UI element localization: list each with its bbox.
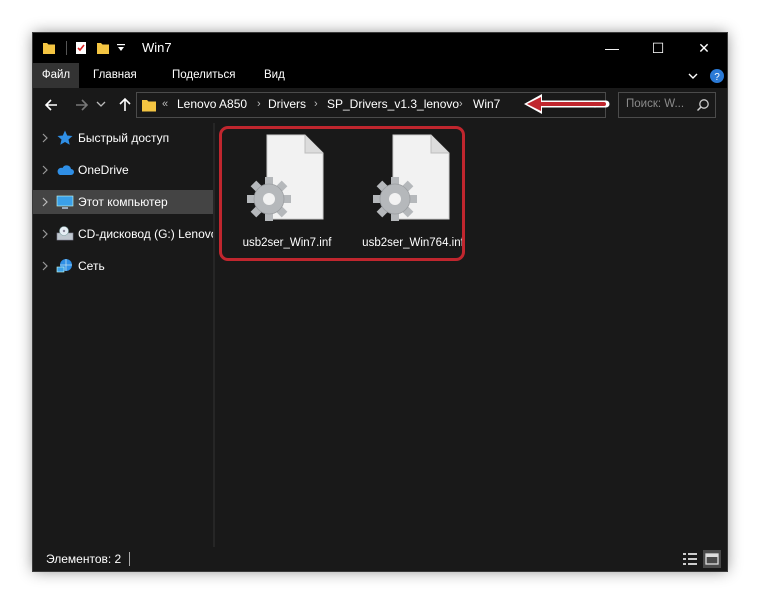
red-arrow-annotation bbox=[524, 94, 610, 114]
sidebar-item-quick-access[interactable]: Быстрый доступ bbox=[33, 126, 213, 150]
tab-home[interactable]: Главная bbox=[85, 63, 145, 88]
computer-icon bbox=[56, 195, 74, 209]
breadcrumb-item[interactable]: Drivers bbox=[268, 93, 306, 117]
properties-icon[interactable] bbox=[74, 41, 88, 55]
search-box[interactable]: Поиск: W... bbox=[618, 92, 716, 118]
sidebar-item-this-pc[interactable]: Этот компьютер bbox=[33, 190, 213, 214]
sidebar-item-label: Этот компьютер bbox=[78, 195, 168, 209]
sidebar-item-network[interactable]: Сеть bbox=[33, 254, 213, 278]
sidebar-item-cd-drive[interactable]: CD-дисковод (G:) Lenovo bbox=[33, 222, 213, 246]
highlight-frame bbox=[219, 126, 465, 261]
cloud-icon bbox=[57, 165, 74, 175]
navigation-pane: Быстрый доступ OneDrive Этот компьютер C… bbox=[33, 123, 213, 547]
chevron-right-icon[interactable] bbox=[39, 131, 51, 145]
folder-icon bbox=[142, 100, 156, 112]
sidebar-item-label: CD-дисковод (G:) Lenovo bbox=[78, 227, 213, 241]
sidebar-item-label: OneDrive bbox=[78, 163, 129, 177]
breadcrumb-item[interactable]: Lenovo A850 bbox=[177, 93, 247, 117]
title-bar: Win7 — ☐ ✕ bbox=[33, 33, 727, 63]
help-icon[interactable]: ? bbox=[709, 68, 725, 84]
search-icon[interactable] bbox=[696, 98, 710, 112]
forward-arrow-icon[interactable] bbox=[71, 95, 91, 115]
breadcrumb-item[interactable]: Win7 bbox=[473, 93, 500, 117]
large-icons-view-icon[interactable] bbox=[703, 550, 721, 568]
search-placeholder: Поиск: W... bbox=[626, 98, 685, 110]
sidebar-item-label: Сеть bbox=[78, 259, 105, 273]
up-arrow-icon[interactable] bbox=[115, 95, 135, 115]
explorer-window: Win7 — ☐ ✕ Файл Главная Поделиться Вид ? bbox=[33, 33, 727, 571]
tab-share[interactable]: Поделиться bbox=[164, 63, 244, 88]
network-icon bbox=[56, 259, 72, 273]
customize-toolbar-icon[interactable] bbox=[116, 43, 126, 53]
tab-file[interactable]: Файл bbox=[33, 63, 79, 88]
ribbon-tabs: Файл Главная Поделиться Вид ? bbox=[33, 63, 727, 88]
breadcrumb-separator[interactable]: › bbox=[314, 93, 318, 117]
quick-access-divider bbox=[66, 41, 67, 55]
breadcrumb-separator[interactable]: › bbox=[459, 93, 463, 117]
chevron-right-icon[interactable] bbox=[39, 195, 51, 209]
chevron-down-icon[interactable] bbox=[687, 70, 699, 82]
back-arrow-icon[interactable] bbox=[42, 95, 62, 115]
close-button[interactable]: ✕ bbox=[681, 33, 727, 63]
new-folder-icon[interactable] bbox=[96, 41, 110, 55]
status-divider bbox=[129, 552, 130, 566]
tab-view[interactable]: Вид bbox=[256, 63, 293, 88]
window-title: Win7 bbox=[142, 40, 172, 55]
cd-drive-icon bbox=[56, 226, 74, 241]
chevron-right-icon[interactable] bbox=[39, 227, 51, 241]
navigation-bar: « Lenovo A850 › Drivers › SP_Drivers_v1.… bbox=[33, 88, 727, 123]
minimize-button[interactable]: — bbox=[589, 33, 635, 63]
recent-locations-chevron-icon[interactable] bbox=[95, 98, 115, 118]
details-view-icon[interactable] bbox=[681, 550, 699, 568]
star-icon bbox=[57, 130, 73, 145]
sidebar-item-onedrive[interactable]: OneDrive bbox=[33, 158, 213, 182]
sidebar-item-label: Быстрый доступ bbox=[78, 131, 170, 145]
item-count: Элементов: 2 bbox=[46, 552, 122, 566]
status-bar: Элементов: 2 bbox=[33, 547, 727, 571]
breadcrumb-overflow[interactable]: « bbox=[162, 93, 168, 117]
svg-text:?: ? bbox=[714, 72, 720, 83]
chevron-right-icon[interactable] bbox=[39, 259, 51, 273]
maximize-button[interactable]: ☐ bbox=[635, 33, 681, 63]
chevron-right-icon[interactable] bbox=[39, 163, 51, 177]
breadcrumb-separator[interactable]: › bbox=[257, 93, 261, 117]
breadcrumb-item[interactable]: SP_Drivers_v1.3_lenovo bbox=[327, 93, 459, 117]
folder-icon bbox=[43, 43, 55, 54]
